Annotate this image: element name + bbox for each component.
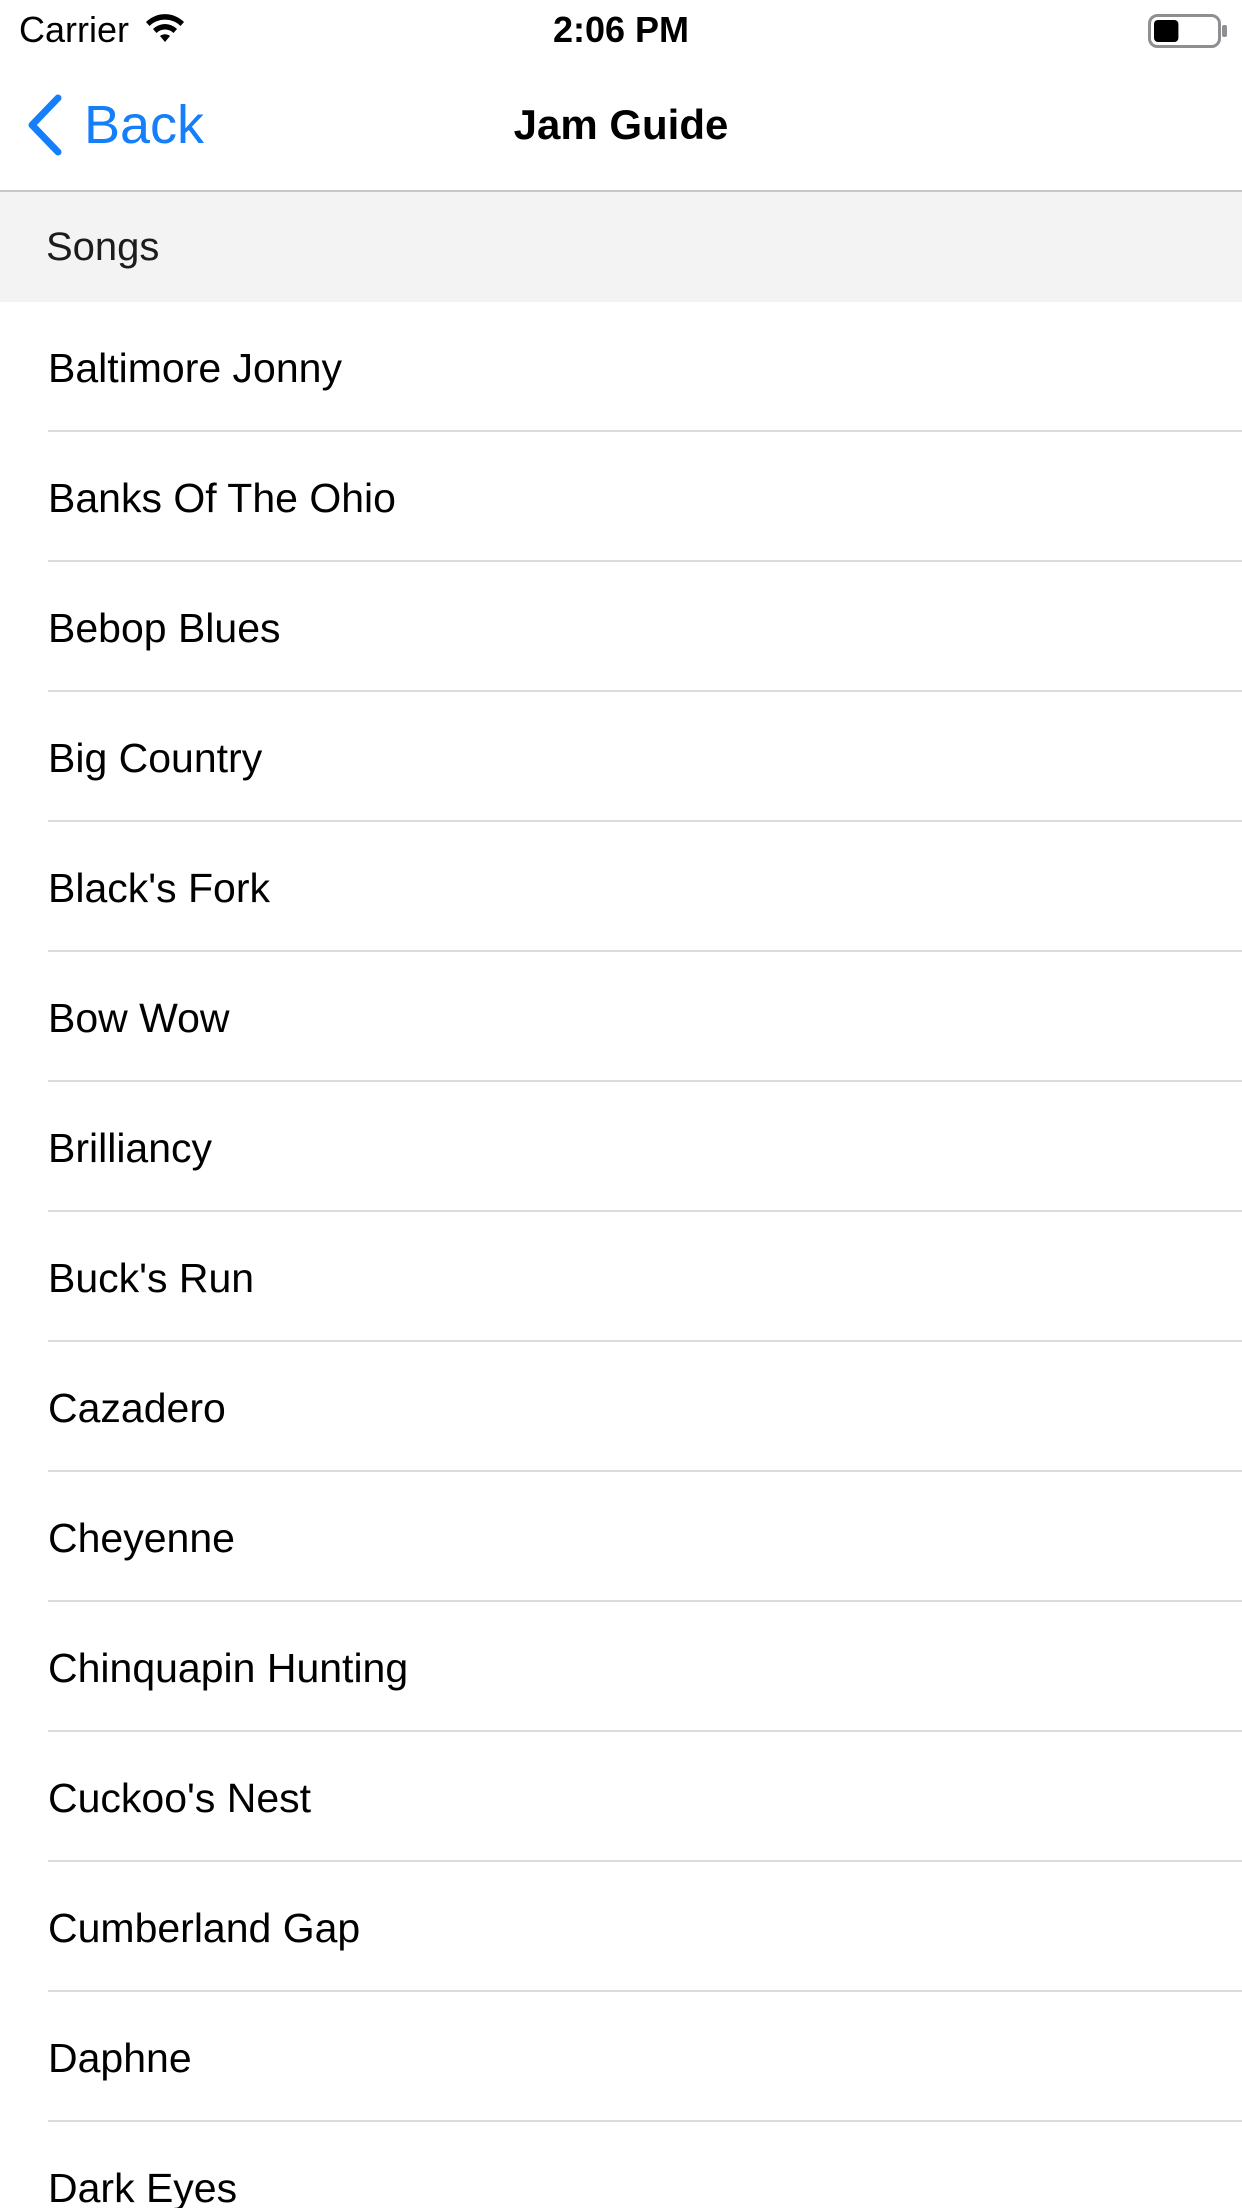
song-row[interactable]: Chinquapin Hunting (0, 1602, 1242, 1732)
page-title: Jam Guide (513, 101, 729, 148)
song-title: Brilliancy (48, 1125, 213, 1171)
status-bar: Carrier 2:06 PM (0, 0, 1242, 60)
song-title: Buck's Run (48, 1255, 255, 1301)
song-title: Black's Fork (48, 865, 270, 911)
song-title: Baltimore Jonny (48, 345, 342, 391)
song-row[interactable]: Cuckoo's Nest (0, 1732, 1242, 1862)
song-row[interactable]: Banks Of The Ohio (0, 432, 1242, 562)
song-title: Bow Wow (48, 995, 230, 1041)
song-title: Banks Of The Ohio (48, 475, 396, 521)
song-title: Daphne (48, 2035, 192, 2081)
song-row[interactable]: Cheyenne (0, 1472, 1242, 1602)
song-row[interactable]: Daphne (0, 1992, 1242, 2122)
navigation-bar: Back Jam Guide (0, 60, 1242, 192)
song-list: Baltimore Jonny Banks Of The Ohio Bebop … (0, 302, 1242, 2208)
song-title: Bebop Blues (48, 605, 281, 651)
song-title: Cuckoo's Nest (48, 1775, 312, 1821)
section-header-songs: Songs (0, 192, 1242, 302)
status-time: 2:06 PM (552, 9, 690, 50)
battery-icon (1148, 14, 1227, 48)
song-row[interactable]: Baltimore Jonny (0, 302, 1242, 432)
song-row[interactable]: Bebop Blues (0, 562, 1242, 692)
song-row[interactable]: Brilliancy (0, 1082, 1242, 1212)
section-header-label: Songs (46, 225, 160, 269)
song-row[interactable]: Big Country (0, 692, 1242, 822)
song-row[interactable]: Cumberland Gap (0, 1862, 1242, 1992)
song-row[interactable]: Buck's Run (0, 1212, 1242, 1342)
song-row[interactable]: Cazadero (0, 1342, 1242, 1472)
song-row[interactable]: Dark Eyes (0, 2122, 1242, 2208)
song-row[interactable]: Bow Wow (0, 952, 1242, 1082)
song-title: Big Country (48, 735, 263, 781)
song-title: Dark Eyes (48, 2165, 238, 2208)
song-row[interactable]: Black's Fork (0, 822, 1242, 952)
song-title: Cazadero (48, 1385, 226, 1431)
song-title: Cheyenne (48, 1515, 235, 1561)
song-title: Chinquapin Hunting (48, 1645, 409, 1691)
song-title: Cumberland Gap (48, 1905, 361, 1951)
